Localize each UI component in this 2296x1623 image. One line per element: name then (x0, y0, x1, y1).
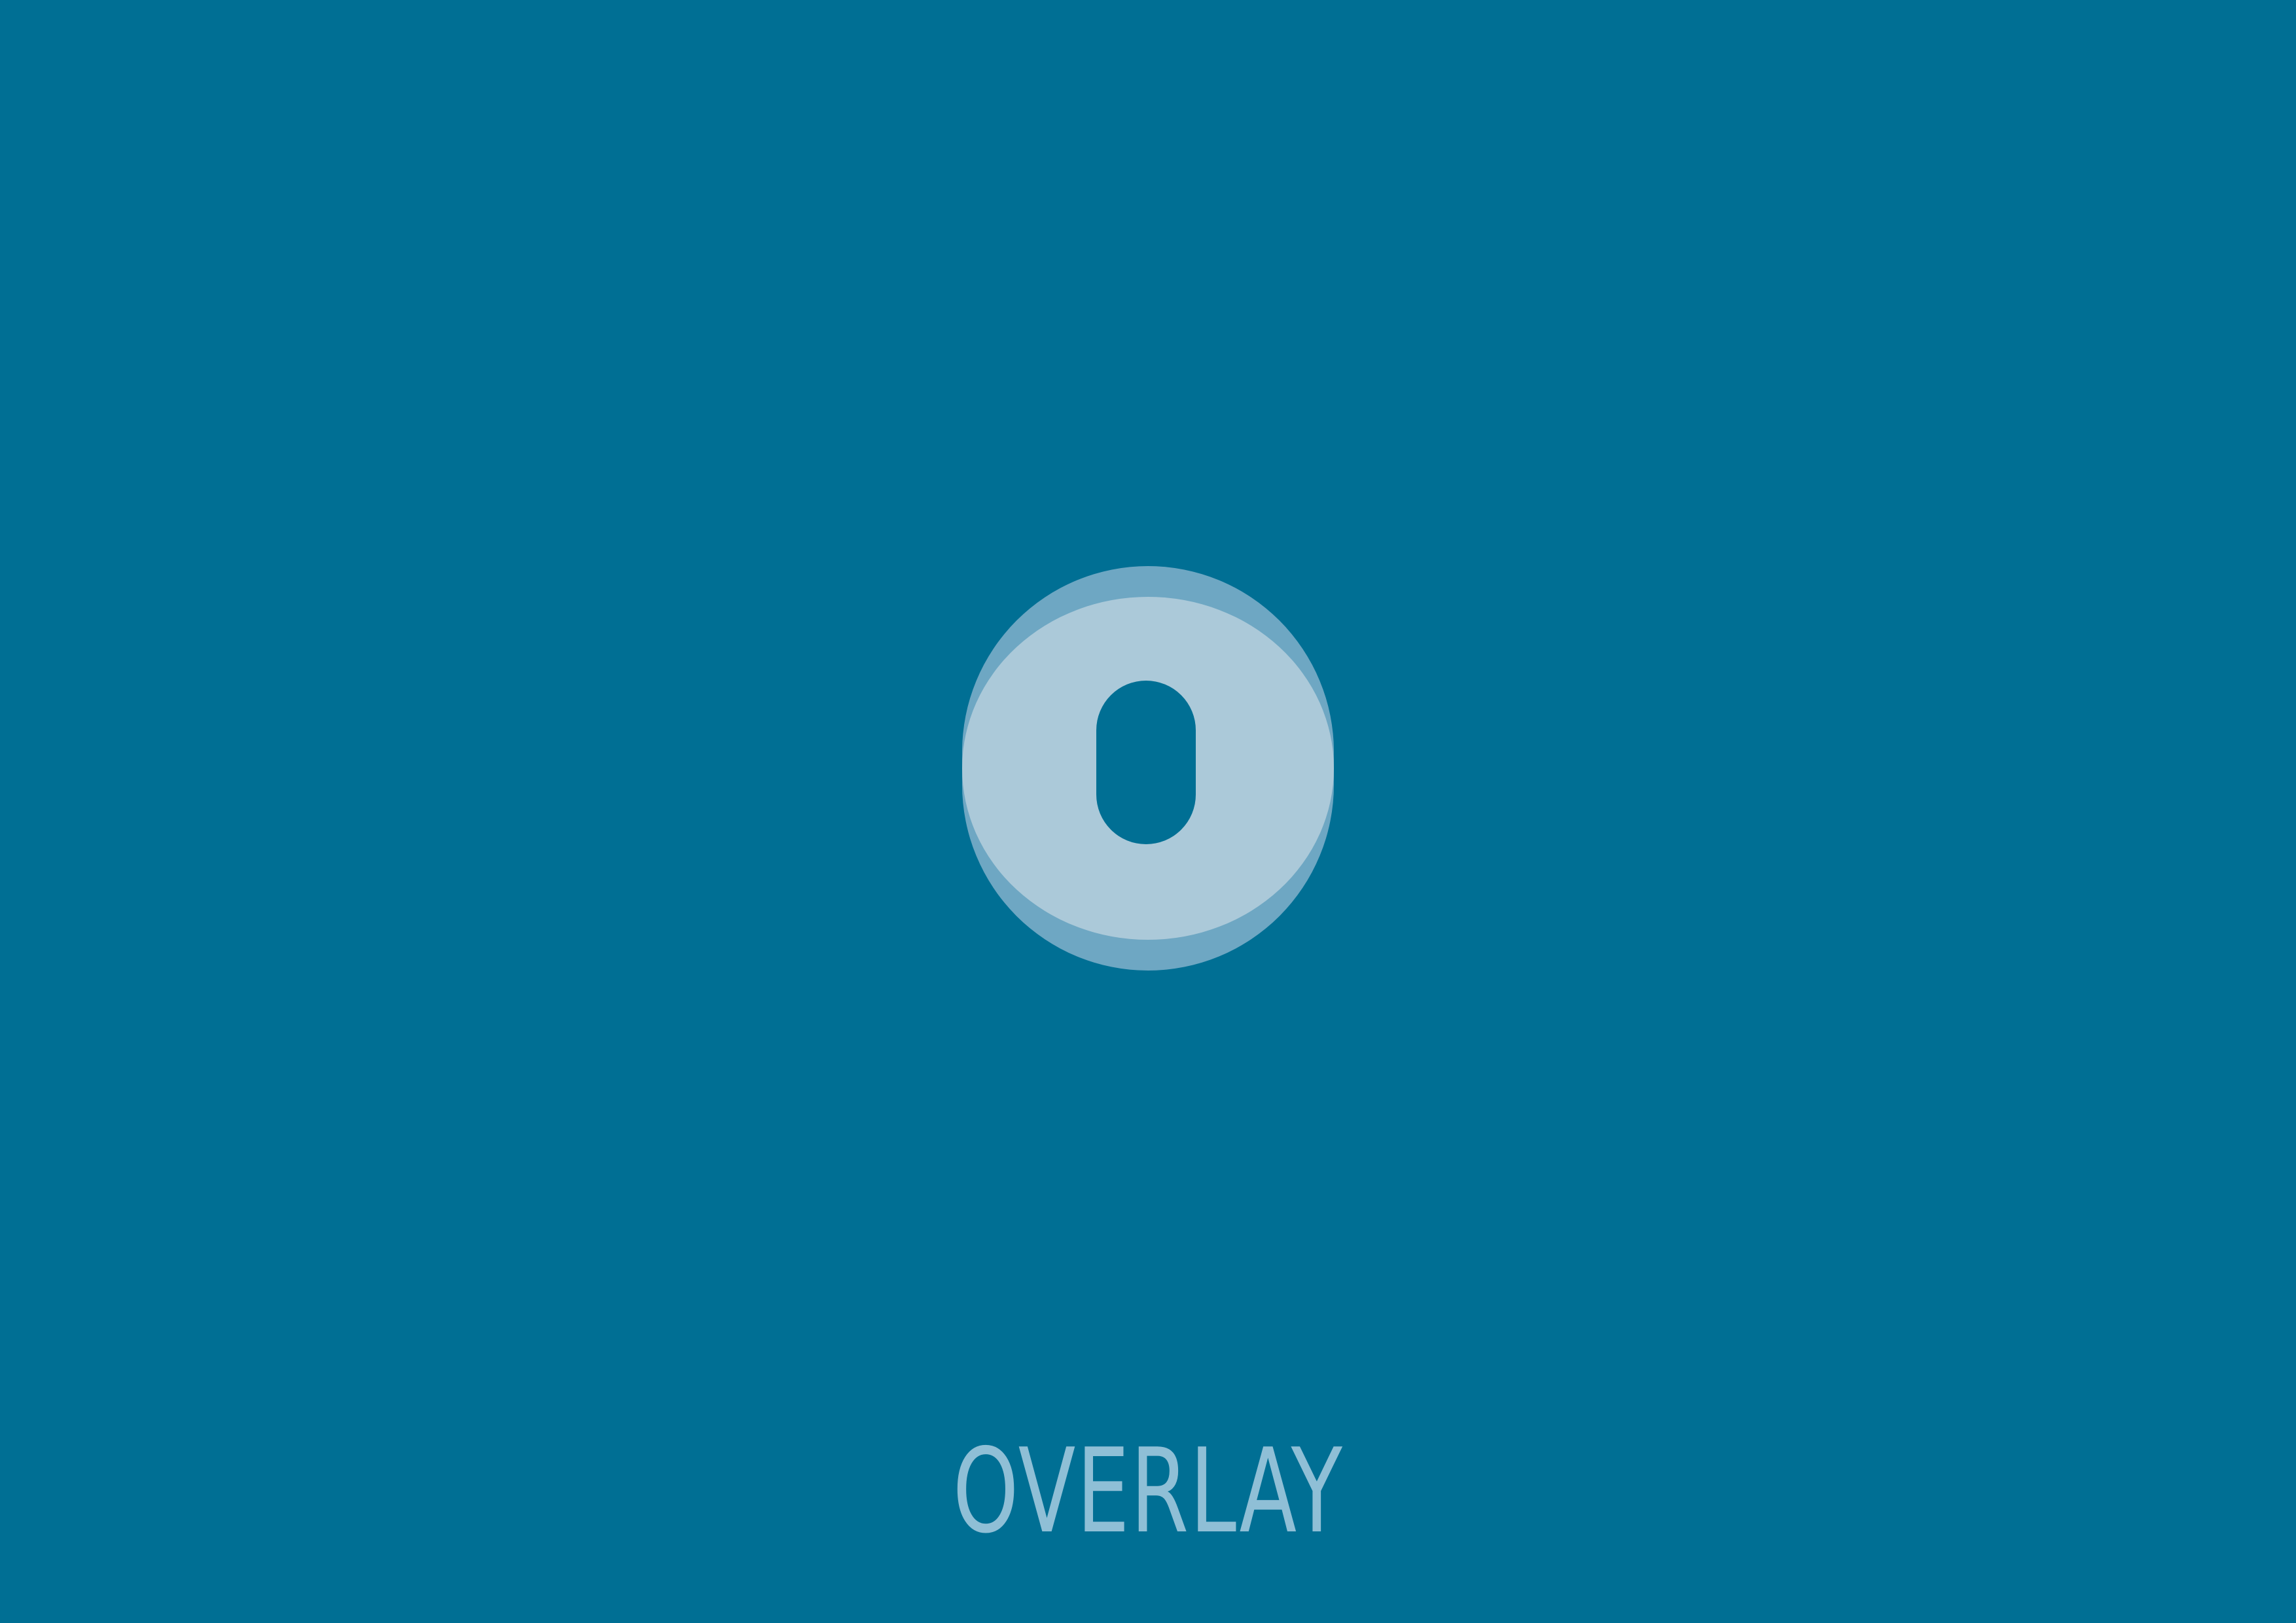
overlay-logo-icon (960, 564, 1336, 972)
capsule-cutout (1096, 681, 1196, 844)
overlay-logo-svg (962, 566, 1334, 971)
brand-wordmark: OVERLAY (952, 1423, 1344, 1559)
brand-slide: OVERLAY (0, 0, 2296, 1623)
